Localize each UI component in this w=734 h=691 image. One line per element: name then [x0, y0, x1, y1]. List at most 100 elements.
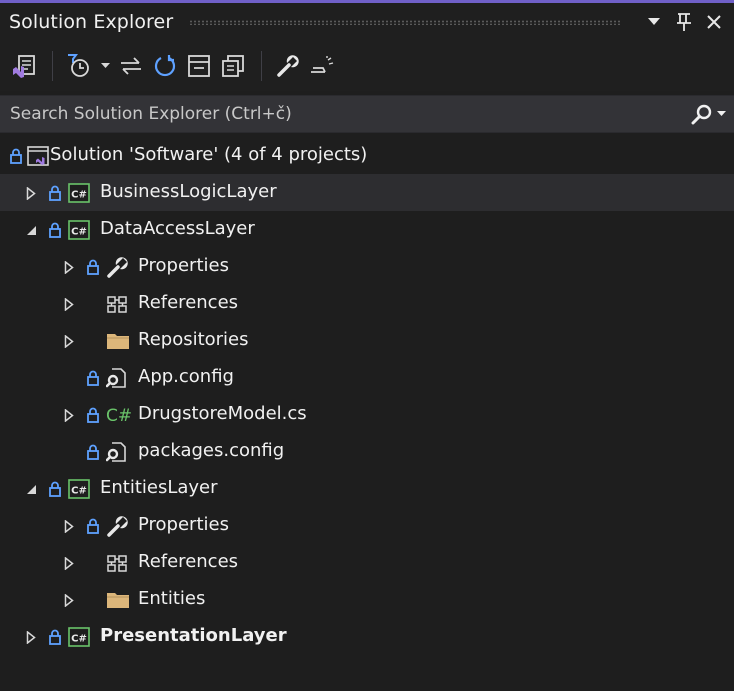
properties-button[interactable] [274, 49, 302, 83]
tree-item-dataaccesslayer[interactable]: C# DataAccessLayer [0, 211, 734, 248]
lock-icon [86, 407, 100, 423]
references-icon [106, 294, 128, 314]
preview-selected-items-button[interactable] [308, 49, 336, 83]
csharp-file-icon: C# [106, 405, 134, 425]
tree-item-icons: C# [86, 404, 134, 426]
expand-arrow-icon[interactable] [62, 297, 76, 311]
solution-explorer-panel: Solution Explorer Search Solution Explor… [0, 0, 734, 691]
expand-arrow-icon[interactable] [62, 556, 76, 570]
tree-item-label: Repositories [138, 329, 249, 350]
tree-item-icons: C# [48, 626, 90, 648]
tree-item-label: Properties [138, 514, 229, 535]
tree-item-label: DataAccessLayer [100, 218, 255, 239]
panel-title: Solution Explorer [9, 11, 174, 33]
close-icon [707, 15, 721, 29]
tree-item-entitieslayer[interactable]: C# EntitiesLayer [0, 470, 734, 507]
vs-solution-icon [13, 55, 35, 78]
svg-text:C#: C# [71, 634, 87, 645]
tree-item-properties[interactable]: Properties [0, 248, 734, 285]
lock-icon [48, 481, 62, 497]
lock-icon [86, 259, 100, 275]
tree-item-solution[interactable]: Solution 'Software' (4 of 4 projects) [0, 137, 734, 174]
wrench-icon [106, 515, 130, 537]
refresh-icon [154, 55, 176, 77]
solution-tree: Solution 'Software' (4 of 4 projects) C#… [0, 137, 734, 655]
title-bar[interactable]: Solution Explorer [0, 3, 734, 41]
collapse-arrow-icon[interactable] [24, 482, 38, 496]
search-options-button[interactable] [691, 103, 726, 125]
sync-with-active-document-button[interactable] [117, 49, 145, 83]
tree-item-label: PresentationLayer [100, 625, 287, 646]
title-drag-grip[interactable] [189, 19, 622, 25]
tree-item-packages-config[interactable]: packages.config [0, 433, 734, 470]
tree-item-icons: C# [48, 478, 90, 500]
collapse-arrow-icon[interactable] [24, 223, 38, 237]
clock-filter-icon [68, 54, 89, 77]
tree-item-references[interactable]: References [0, 544, 734, 581]
svg-text:C#: C# [71, 486, 87, 497]
collapse-all-button[interactable] [185, 49, 213, 83]
tree-item-icons [86, 552, 128, 574]
tree-items: C# BusinessLogicLayer C# DataAccessLayer Pro… [0, 174, 734, 655]
show-all-files-button[interactable] [219, 49, 247, 83]
tree-item-label: packages.config [138, 440, 285, 461]
lock-icon [86, 444, 100, 460]
tree-item-businesslogiclayer[interactable]: C# BusinessLogicLayer [0, 174, 734, 211]
wrench-icon [277, 55, 299, 77]
tree-item-presentationlayer[interactable]: C# PresentationLayer [0, 618, 734, 655]
config-file-icon [106, 367, 128, 389]
expand-arrow-icon[interactable] [24, 186, 38, 200]
chevron-down-icon [717, 111, 726, 116]
collapse-all-icon [188, 55, 210, 77]
search-input[interactable] [10, 104, 691, 124]
preview-icon [311, 56, 334, 73]
tree-item-icons: C# [48, 182, 90, 204]
pending-changes-filter-button[interactable] [65, 49, 93, 83]
expand-arrow-icon[interactable] [62, 519, 76, 533]
tree-item-repositories[interactable]: Repositories [0, 322, 734, 359]
csharp-project-icon: C# [68, 220, 90, 240]
lock-icon [48, 222, 62, 238]
sync-arrows-icon [121, 57, 141, 75]
tree-item-drugstoremodel-cs[interactable]: C# DrugstoreModel.cs [0, 396, 734, 433]
toolbar [0, 41, 734, 91]
close-button[interactable] [702, 10, 726, 34]
svg-text:C#: C# [71, 227, 87, 238]
tree-item-icons: C# [48, 219, 90, 241]
tree-item-icons [86, 256, 130, 278]
tree-item-label: Entities [138, 588, 206, 609]
expand-arrow-icon[interactable] [62, 260, 76, 274]
lock-icon [10, 148, 22, 164]
tree-item-icons [86, 293, 128, 315]
expand-arrow-icon[interactable] [62, 408, 76, 422]
switch-views-button[interactable] [10, 49, 38, 83]
window-position-dropdown-button[interactable] [642, 10, 666, 34]
svg-text:C#: C# [106, 406, 132, 425]
svg-text:C#: C# [71, 190, 87, 201]
lock-icon [48, 185, 62, 201]
tree-item-icons [86, 441, 128, 463]
search-icon [691, 104, 712, 125]
expand-arrow-icon[interactable] [62, 593, 76, 607]
tree-item-icons [86, 367, 128, 389]
chevron-down-icon [648, 18, 660, 25]
pending-changes-dropdown[interactable] [99, 63, 111, 69]
toolbar-separator [52, 51, 53, 81]
tree-item-entities[interactable]: Entities [0, 581, 734, 618]
csharp-project-icon: C# [68, 183, 90, 203]
tree-item-label: Solution 'Software' (4 of 4 projects) [50, 144, 368, 165]
tree-item-label: References [138, 292, 239, 313]
tree-item-icons [86, 589, 130, 611]
tree-item-app-config[interactable]: App.config [0, 359, 734, 396]
expand-arrow-icon[interactable] [62, 334, 76, 348]
tree-item-references[interactable]: References [0, 285, 734, 322]
expand-arrow-icon[interactable] [24, 630, 38, 644]
auto-hide-pin-button[interactable] [672, 10, 696, 34]
tree-item-icons [86, 515, 130, 537]
references-icon [106, 553, 128, 573]
lock-icon [48, 629, 62, 645]
tree-item-properties[interactable]: Properties [0, 507, 734, 544]
refresh-button[interactable] [151, 49, 179, 83]
lock-icon [86, 518, 100, 534]
tree-item-label: DrugstoreModel.cs [138, 403, 307, 424]
